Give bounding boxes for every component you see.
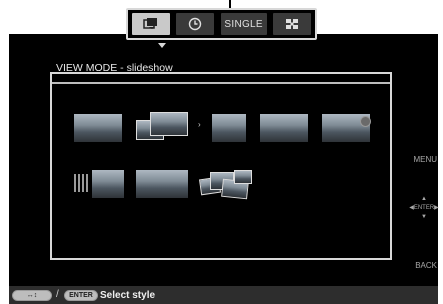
clock-icon	[189, 17, 202, 31]
down-arrow-icon: ▼	[421, 214, 427, 220]
arrow-keys-icon: ↔↕	[12, 290, 52, 301]
right-arrow-icon: ▶	[434, 205, 439, 211]
slideshow-icon	[143, 18, 157, 29]
enter-label: ENTER	[413, 205, 435, 211]
style-thumbnail[interactable]	[260, 114, 308, 142]
style-thumbnail[interactable]	[136, 112, 188, 144]
tab-single[interactable]: SINGLE	[220, 13, 267, 35]
style-thumbnail[interactable]	[136, 170, 188, 198]
enter-control[interactable]: ▲ ◀ENTER▶ ▼	[409, 195, 439, 231]
status-hint: Select style	[100, 290, 156, 301]
style-thumbnail[interactable]	[198, 168, 254, 202]
style-grid: ›	[50, 72, 392, 260]
tab-grid[interactable]	[272, 13, 311, 35]
style-thumbnail[interactable]: ›	[198, 114, 248, 142]
selected-tab-indicator	[158, 43, 166, 48]
tab-slideshow[interactable]	[132, 13, 170, 35]
menu-button[interactable]: MENU	[413, 155, 437, 164]
status-separator: /	[56, 289, 59, 300]
back-button[interactable]: BACK	[415, 261, 437, 270]
style-thumbnail[interactable]	[322, 114, 371, 142]
style-thumbnail[interactable]	[74, 170, 124, 198]
tab-clock[interactable]	[176, 13, 215, 35]
grid-icon	[285, 19, 298, 29]
enter-key-icon: ENTER	[64, 290, 98, 301]
up-arrow-icon: ▲	[421, 196, 427, 202]
style-thumbnail[interactable]	[74, 114, 122, 142]
view-mode-tab-bar: SINGLE	[126, 8, 317, 40]
